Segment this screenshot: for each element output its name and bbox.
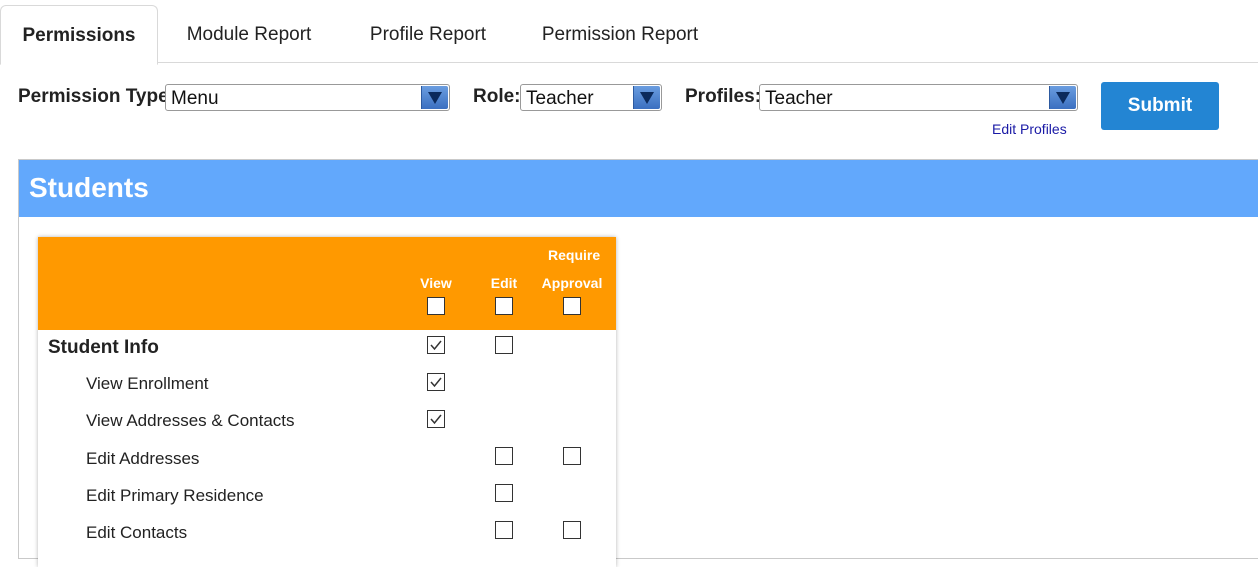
chevron-down-icon[interactable] — [633, 86, 660, 109]
table-header: Require View Edit Approval — [38, 237, 616, 330]
chevron-down-icon[interactable] — [421, 86, 448, 109]
submit-button[interactable]: Submit — [1101, 82, 1219, 130]
row-label-view-addresses-contacts: View Addresses & Contacts — [86, 411, 295, 430]
row-label-student-info: Student Info — [48, 337, 159, 358]
tab-permissions[interactable]: Permissions — [0, 5, 158, 65]
header-require-approval-checkbox[interactable] — [563, 297, 581, 315]
edit-addresses-edit-checkbox[interactable] — [495, 447, 513, 465]
permission-type-select[interactable]: Menu — [165, 84, 450, 111]
checkmark-icon — [430, 340, 442, 351]
column-header-require-line1: Require — [548, 247, 601, 263]
row-label-edit-primary-residence: Edit Primary Residence — [86, 486, 264, 505]
view-enrollment-view-checkbox[interactable] — [427, 373, 445, 391]
role-value: Teacher — [526, 88, 594, 109]
role-label: Role: — [473, 86, 521, 107]
profiles-label: Profiles: — [685, 86, 762, 107]
permission-type-value: Menu — [171, 88, 219, 109]
profiles-select[interactable]: Teacher — [759, 84, 1078, 111]
profiles-value: Teacher — [765, 88, 833, 109]
view-addresses-contacts-view-checkbox[interactable] — [427, 410, 445, 428]
checkmark-icon — [430, 414, 442, 425]
section-header: Students — [19, 160, 1258, 217]
student-info-view-checkbox[interactable] — [427, 336, 445, 354]
students-section: Students Require View Edit Approval Stud… — [18, 159, 1258, 567]
section-title: Students — [29, 172, 149, 203]
edit-contacts-require-approval-checkbox[interactable] — [563, 521, 581, 539]
role-select[interactable]: Teacher — [520, 84, 662, 111]
tab-module-report[interactable]: Module Report — [168, 5, 330, 62]
edit-contacts-edit-checkbox[interactable] — [495, 521, 513, 539]
row-label-edit-contacts: Edit Contacts — [86, 523, 188, 542]
checkmark-icon — [430, 377, 442, 388]
row-label-edit-addresses: Edit Addresses — [86, 449, 200, 468]
permission-type-label: Permission Type: — [18, 86, 175, 107]
tab-bar: Permissions Module Report Profile Report… — [0, 0, 1258, 65]
edit-primary-residence-edit-checkbox[interactable] — [495, 484, 513, 502]
chevron-down-icon[interactable] — [1049, 86, 1076, 109]
permissions-table: Require View Edit Approval Student Info … — [38, 237, 616, 567]
edit-addresses-require-approval-checkbox[interactable] — [563, 447, 581, 465]
tab-permission-report[interactable]: Permission Report — [528, 5, 712, 62]
tab-bar-divider — [0, 62, 1258, 63]
column-header-require-line2: Approval — [541, 275, 603, 291]
column-header-view: View — [420, 275, 452, 291]
edit-profiles-link[interactable]: Edit Profiles — [992, 121, 1067, 137]
column-header-edit: Edit — [490, 275, 518, 291]
row-label-view-enrollment: View Enrollment — [86, 374, 209, 393]
header-view-checkbox[interactable] — [427, 297, 445, 315]
header-edit-checkbox[interactable] — [495, 297, 513, 315]
tab-profile-report[interactable]: Profile Report — [352, 5, 504, 62]
student-info-edit-checkbox[interactable] — [495, 336, 513, 354]
